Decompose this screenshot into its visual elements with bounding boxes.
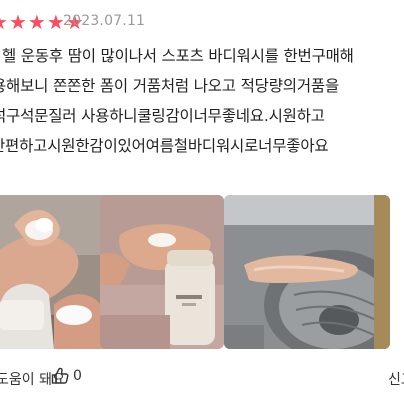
thumbs-up-icon bbox=[50, 366, 70, 386]
review-line: 석구석문질러 사용하니쿨링감이너무좋네요.시원하고 bbox=[0, 107, 325, 125]
star-icon: ★ bbox=[0, 10, 8, 34]
sink-hand-photo[interactable] bbox=[224, 195, 390, 349]
review-photos bbox=[0, 195, 404, 349]
review-line: 간편하고시원한감이있어여름철바디워시로너무좋아요 bbox=[0, 137, 329, 155]
like-button[interactable]: 0 bbox=[50, 366, 82, 386]
report-button[interactable]: 신고 bbox=[388, 369, 404, 389]
review-footer: 도움이 돼요 0 신고 bbox=[0, 366, 404, 392]
star-icon: ★ bbox=[27, 10, 46, 34]
star-icon: ★ bbox=[8, 10, 27, 34]
bottle-hand-photo[interactable] bbox=[100, 195, 224, 349]
review-date: 2023.07.11 bbox=[63, 13, 146, 29]
review-line: 헬 운동후 땀이 많이나서 스포츠 바디워시를 한번구매해 bbox=[2, 47, 354, 65]
review-header: ★★★★★ 2023.07.11 bbox=[0, 10, 404, 34]
like-count: 0 bbox=[73, 368, 82, 384]
review-line: 용해보니 쫀쫀한 폼이 거품처럼 나오고 적당량의거품을 bbox=[0, 77, 340, 95]
